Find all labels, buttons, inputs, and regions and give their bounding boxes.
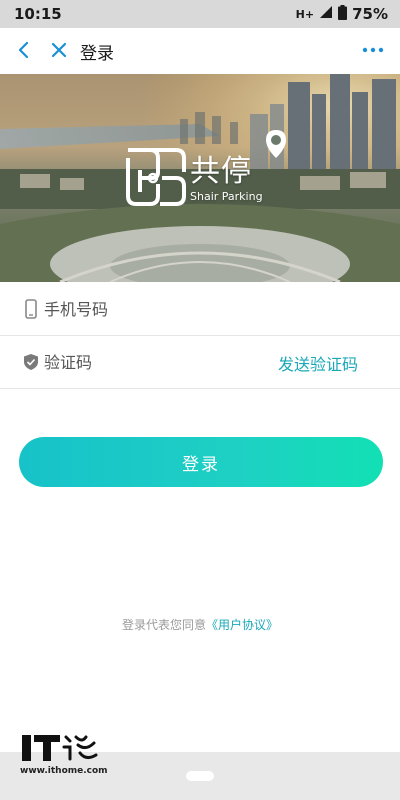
status-indicators: H+ 75%: [296, 4, 388, 24]
page-title: 登录: [80, 44, 114, 64]
brand-name: 共停: [190, 154, 252, 189]
city-banner: 共停 Shair Parking: [0, 74, 400, 282]
title-bar: 登录: [0, 28, 400, 74]
phone-input[interactable]: [44, 293, 264, 325]
login-button[interactable]: 登录: [19, 437, 383, 487]
login-screen: 10:15 H+ 75% 登录 共停 Shair Parking 手机号码 验证…: [0, 0, 400, 800]
phone-icon: [22, 298, 40, 320]
close-button[interactable]: [46, 37, 72, 63]
close-icon: [51, 42, 67, 58]
signal-icon: [319, 5, 333, 23]
phone-row: [0, 283, 400, 336]
code-row: 发送验证码: [0, 336, 400, 389]
status-time: 10:15: [14, 5, 62, 23]
network-type: H+: [295, 7, 315, 21]
agreement-prefix: 登录代表您同意: [121, 618, 206, 632]
back-button[interactable]: [10, 37, 36, 63]
chevron-left-icon: [18, 41, 29, 59]
send-code-button[interactable]: 发送验证码: [278, 351, 358, 375]
verification-code-input[interactable]: [44, 346, 264, 378]
status-bar: 10:15 H+ 75%: [0, 0, 400, 28]
battery-icon: [338, 4, 348, 24]
watermark-url: www.ithome.com: [20, 766, 108, 776]
more-dots-icon: [362, 47, 384, 53]
brand-subtitle: Shair Parking: [190, 190, 263, 203]
user-agreement-link[interactable]: 《用户协议》: [206, 618, 278, 632]
shield-icon: [22, 351, 40, 373]
battery-percent: 75%: [352, 5, 388, 23]
agreement-text: 登录代表您同意《用户协议》: [0, 616, 400, 633]
more-button[interactable]: [360, 37, 386, 63]
home-pill[interactable]: [186, 771, 214, 781]
